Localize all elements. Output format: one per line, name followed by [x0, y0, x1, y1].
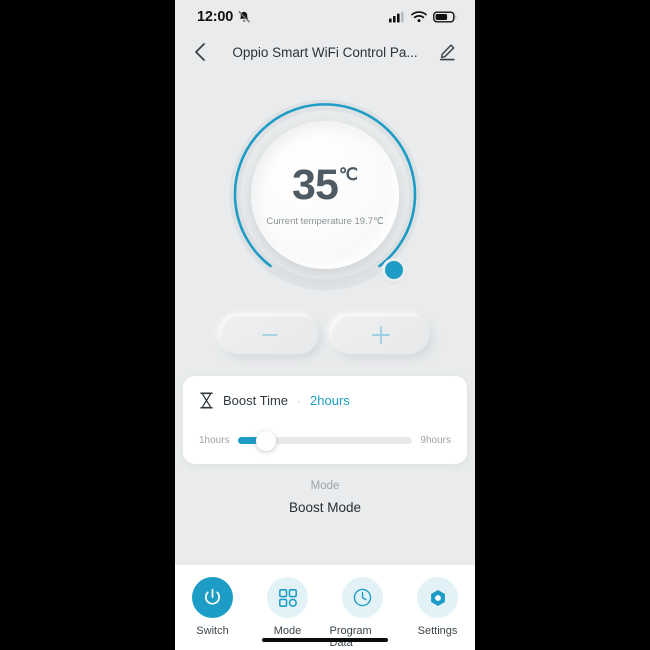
boost-time-label: Boost Time [223, 393, 289, 408]
nav-label-settings: Settings [417, 625, 458, 637]
nav-icon-bg-settings [417, 577, 458, 618]
mode-block: Mode Boost Mode [175, 480, 475, 515]
wifi-icon [411, 11, 427, 23]
nav-icon-bg-mode [267, 577, 308, 618]
slider-min-label: 1hours [199, 435, 230, 446]
boost-time-header: Boost Time · 2hours [199, 392, 451, 409]
bell-off-icon [238, 11, 250, 23]
dial-knob-handle[interactable] [385, 261, 403, 279]
boost-time-card: Boost Time · 2hours 1hours 9hours [183, 376, 467, 464]
nav-label-switch: Switch [196, 625, 229, 637]
temperature-dial-area: 35 ℃ Current temperature 19.7℃ [175, 76, 475, 314]
cellular-signal-icon [389, 11, 404, 23]
nav-label-mode: Mode [273, 625, 302, 637]
increase-temperature-button[interactable] [332, 316, 429, 354]
dial-center: 35 ℃ Current temperature 19.7℃ [251, 121, 399, 269]
back-button[interactable] [187, 39, 213, 65]
home-indicator [262, 638, 388, 642]
edit-button[interactable] [435, 40, 459, 64]
bottom-navigation: Switch Mode Program Data Settings [175, 565, 475, 650]
power-icon [205, 588, 220, 605]
boost-slider-thumb[interactable] [255, 430, 276, 451]
temperature-adjust-row [175, 316, 475, 354]
status-icons [389, 11, 457, 23]
set-temperature-value: 35 [292, 160, 339, 209]
phone-screen: 12:00 Oppio Smart WiFi Control Pa... 35 … [175, 0, 475, 650]
chevron-left-icon [195, 43, 205, 61]
slider-max-label: 9hours [420, 435, 451, 446]
app-header: Oppio Smart WiFi Control Pa... [175, 34, 475, 70]
clock-icon [353, 588, 372, 607]
status-bar: 12:00 [175, 0, 475, 34]
nav-icon-bg-program-data [342, 577, 383, 618]
temperature-dial[interactable]: 35 ℃ Current temperature 19.7℃ [225, 95, 425, 295]
status-clock-group: 12:00 [197, 9, 251, 25]
plus-icon [371, 326, 390, 344]
mode-label: Mode [310, 480, 340, 492]
grid-apps-icon [278, 588, 297, 607]
screenshot-stage: 12:00 Oppio Smart WiFi Control Pa... 35 … [0, 0, 650, 650]
status-time: 12:00 [197, 9, 234, 25]
nav-item-settings[interactable]: Settings [405, 577, 471, 637]
decrease-temperature-button[interactable] [221, 316, 318, 354]
hexagon-gear-icon [430, 589, 445, 606]
nav-icon-bg-switch [192, 577, 233, 618]
mode-value[interactable]: Boost Mode [175, 500, 475, 515]
set-temperature-display: 35 ℃ [292, 160, 358, 209]
hourglass-icon [200, 392, 213, 409]
nav-item-switch[interactable]: Switch [180, 577, 246, 637]
boost-time-value[interactable]: 2hours [310, 393, 350, 408]
boost-slider-row: 1hours 9hours [199, 430, 451, 451]
current-temperature-text: Current temperature 19.7℃ [266, 215, 384, 227]
boost-separator: · [297, 393, 302, 408]
minus-icon [261, 334, 278, 336]
battery-icon [433, 11, 457, 23]
page-title: Oppio Smart WiFi Control Pa... [232, 44, 418, 60]
nav-label-program-data: Program Data [329, 625, 372, 649]
temperature-unit: ℃ [338, 164, 358, 184]
pencil-edit-icon [439, 44, 455, 61]
boost-slider-track[interactable] [237, 430, 413, 451]
nav-item-mode[interactable]: Mode [255, 577, 321, 637]
